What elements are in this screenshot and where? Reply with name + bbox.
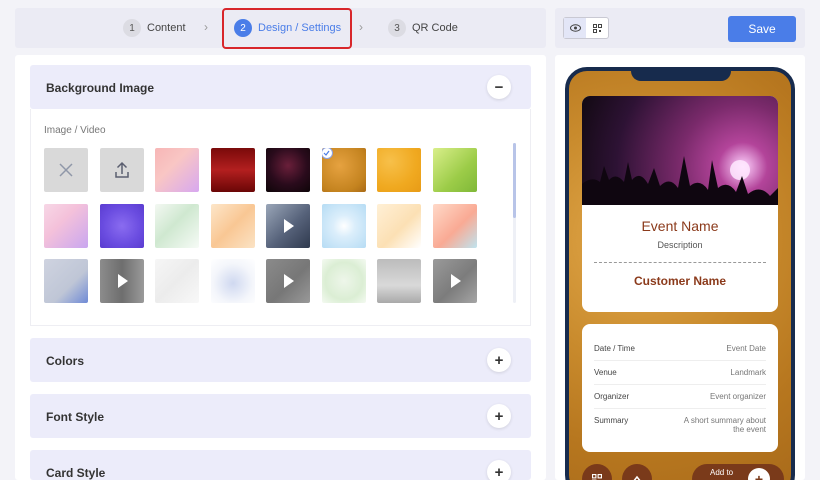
- background-image-thumbnail[interactable]: [210, 203, 255, 248]
- background-image-thumbnail[interactable]: [432, 148, 477, 192]
- background-video-thumbnail[interactable]: [266, 259, 310, 303]
- detail-value: Event Date: [726, 344, 766, 353]
- save-button[interactable]: Save: [728, 16, 796, 42]
- background-video-thumbnail[interactable]: [99, 259, 144, 303]
- background-image-thumbnail[interactable]: [432, 203, 477, 248]
- event-card: Event Name Description Customer Name: [582, 96, 778, 312]
- divider: [594, 408, 766, 409]
- play-icon: [284, 274, 294, 288]
- detail-key: Date / Time: [594, 344, 635, 353]
- play-icon: [284, 218, 294, 233]
- background-image-thumbnail[interactable]: [155, 259, 199, 303]
- divider: [594, 360, 766, 361]
- background-image-thumbnail[interactable]: [377, 259, 421, 303]
- background-image-thumbnail[interactable]: [44, 203, 88, 248]
- divider: [594, 262, 766, 263]
- close-icon: [59, 163, 73, 177]
- active-step-highlight: [222, 8, 352, 49]
- stepper: 1 Content › 2 Design / Settings › 3 QR C…: [15, 8, 546, 49]
- panel-title: Font Style: [46, 410, 105, 424]
- card-style-panel-header[interactable]: Card Style +: [30, 450, 531, 480]
- background-image-thumbnail[interactable]: [210, 259, 255, 303]
- detail-key: Summary: [594, 416, 629, 425]
- selected-check-icon: [321, 148, 333, 159]
- collapse-button[interactable]: −: [487, 75, 511, 99]
- expand-button[interactable]: +: [487, 348, 511, 372]
- chevron-right-icon: ›: [359, 20, 363, 34]
- background-video-thumbnail[interactable]: [432, 259, 477, 303]
- phone-preview: Event Name Description Customer Name Dat…: [565, 67, 795, 480]
- background-image-thumbnail[interactable]: [377, 148, 421, 192]
- step-label: QR Code: [412, 22, 458, 34]
- phone-notch: [631, 71, 731, 81]
- plus-icon: +: [748, 468, 770, 480]
- image-video-label: Image / Video: [44, 125, 106, 136]
- no-background-option[interactable]: [44, 148, 88, 192]
- play-icon: [450, 274, 461, 288]
- step-qr-code[interactable]: 3 QR Code: [388, 8, 458, 48]
- background-image-thumbnail[interactable]: [321, 148, 366, 192]
- background-image-thumbnail[interactable]: [155, 148, 199, 192]
- add-to-calendar-button[interactable]: Add to +: [692, 464, 784, 480]
- event-name: Event Name: [641, 218, 719, 234]
- background-image-thumbnail[interactable]: [210, 148, 255, 192]
- qr-code-button[interactable]: [582, 464, 612, 480]
- action-bar: Add to +: [582, 464, 784, 480]
- colors-panel-header[interactable]: Colors +: [30, 338, 531, 382]
- detail-key: Venue: [594, 368, 617, 377]
- play-icon: [117, 274, 128, 288]
- panel-title: Background Image: [46, 81, 155, 95]
- background-image-thumbnail[interactable]: [99, 203, 144, 248]
- panel-title: Card Style: [46, 466, 106, 480]
- background-image-thumbnail[interactable]: [44, 259, 88, 303]
- panel-title: Colors: [46, 354, 85, 368]
- event-description: Description: [657, 240, 703, 250]
- background-image-panel-header[interactable]: Background Image −: [30, 65, 531, 109]
- expand-button[interactable]: +: [487, 404, 511, 428]
- event-hero-image: [582, 96, 778, 205]
- detail-value: A short summary about the event: [683, 416, 766, 434]
- upload-background-option[interactable]: [99, 148, 144, 192]
- step-number: 1: [123, 19, 141, 37]
- detail-value: Landmark: [730, 368, 766, 377]
- expand-button[interactable]: +: [487, 460, 511, 480]
- step-content[interactable]: 1 Content: [123, 8, 186, 48]
- view-toggle: [563, 17, 609, 39]
- detail-key: Organizer: [594, 392, 630, 401]
- background-image-thumbnail[interactable]: [321, 203, 366, 248]
- detail-value: Event organizer: [709, 392, 766, 401]
- preview-toolbar: Save: [555, 8, 805, 48]
- upload-icon: [114, 161, 129, 178]
- share-button[interactable]: [622, 464, 652, 480]
- divider: [594, 384, 766, 385]
- thumbnail-scrollbar[interactable]: [513, 143, 516, 303]
- background-image-thumbnail[interactable]: [321, 259, 366, 303]
- background-video-thumbnail[interactable]: [266, 203, 310, 248]
- customer-name: Customer Name: [633, 274, 727, 288]
- background-image-thumbnail[interactable]: [155, 203, 199, 248]
- eye-icon[interactable]: [564, 18, 586, 38]
- step-label: Content: [147, 22, 186, 34]
- background-image-thumbnail[interactable]: [266, 148, 310, 192]
- step-number: 3: [388, 19, 406, 37]
- event-details-card: Date / Time Event Date Venue Landmark Or…: [582, 324, 778, 452]
- add-to-label: Add to: [710, 468, 734, 477]
- chevron-right-icon: ›: [204, 20, 208, 34]
- qr-icon[interactable]: [586, 18, 608, 38]
- background-image-thumbnail[interactable]: [377, 203, 421, 248]
- font-style-panel-header[interactable]: Font Style +: [30, 394, 531, 438]
